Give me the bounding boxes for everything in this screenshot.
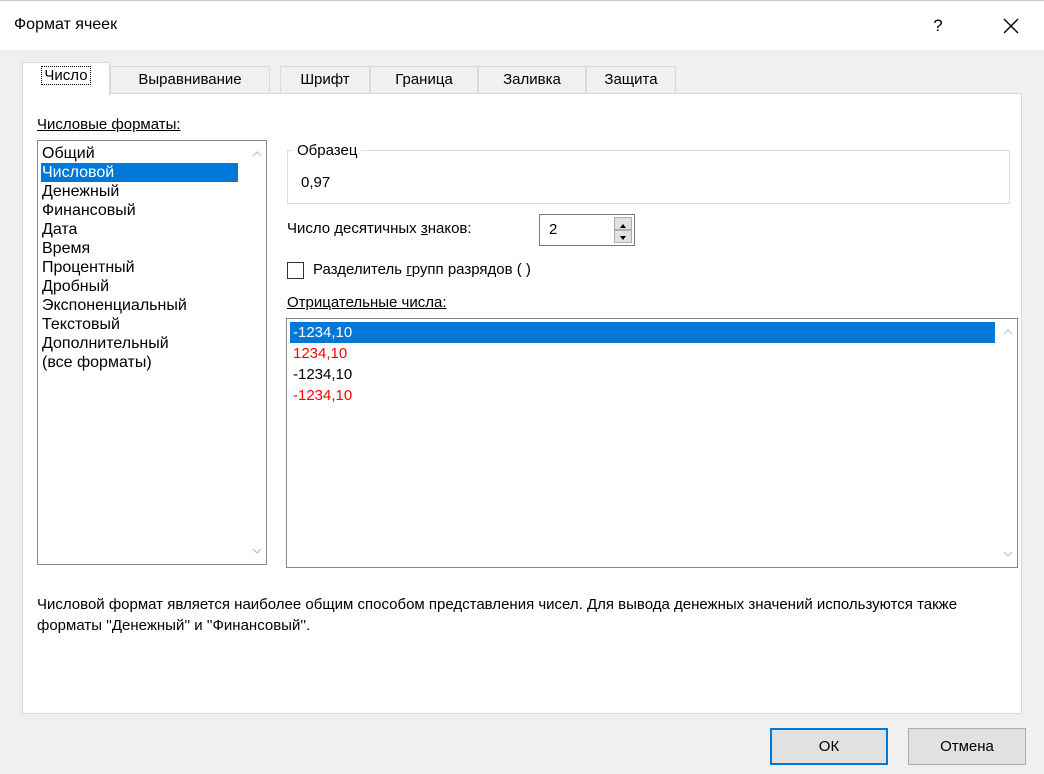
negative-format-item[interactable]: -1234,10 <box>290 364 355 385</box>
category-item[interactable]: Дополнительный <box>41 334 170 353</box>
category-item[interactable]: Экспоненциальный <box>41 296 188 315</box>
negative-numbers-label: Отрицательные числа: <box>287 294 447 311</box>
category-item[interactable]: Дробный <box>41 277 110 296</box>
window-title: Формат ячеек <box>14 16 118 33</box>
sample-value: 0,97 <box>301 174 331 191</box>
decimal-places-label: Число десятичных знаков: <box>287 220 472 237</box>
tab-number[interactable]: Число <box>22 62 110 96</box>
category-listbox[interactable]: Общий Числовой Денежный Финансовый Дата … <box>37 140 267 565</box>
thousands-separator-label[interactable]: Разделитель групп разрядов ( ) <box>313 261 531 278</box>
category-item[interactable]: Общий <box>41 144 96 163</box>
category-item[interactable]: Дата <box>41 220 78 239</box>
negative-format-item[interactable]: 1234,10 <box>290 343 350 364</box>
close-icon <box>1003 18 1019 34</box>
tab-font[interactable]: Шрифт <box>280 66 370 94</box>
tab-label: Число <box>41 66 91 85</box>
close-button[interactable] <box>986 7 1036 45</box>
scroll-down-icon[interactable] <box>252 546 262 556</box>
sample-label: Образец <box>293 142 362 159</box>
title-bar: Формат ячеек ? <box>0 0 1044 50</box>
negative-numbers-scrollbar[interactable] <box>999 319 1017 567</box>
tab-panel-number: Числовые форматы: Общий Числовой Денежны… <box>22 93 1022 714</box>
cancel-button[interactable]: Отмена <box>908 728 1026 765</box>
category-item[interactable]: Денежный <box>41 182 120 201</box>
negative-numbers-listbox[interactable]: -1234,10 1234,10 -1234,10 -1234,10 <box>286 318 1018 568</box>
category-item[interactable]: (все форматы) <box>41 353 153 372</box>
category-item[interactable]: Финансовый <box>41 201 137 220</box>
spin-up-button[interactable] <box>614 217 632 230</box>
category-item[interactable]: Процентный <box>41 258 136 277</box>
ok-button[interactable]: ОК <box>770 728 888 765</box>
tab-fill[interactable]: Заливка <box>478 66 586 94</box>
category-item[interactable]: Текстовый <box>41 315 121 334</box>
tab-border[interactable]: Граница <box>370 66 478 94</box>
categories-label: Числовые форматы: <box>37 116 181 133</box>
spin-down-button[interactable] <box>614 230 632 243</box>
scroll-down-icon[interactable] <box>1003 549 1013 559</box>
tab-protection[interactable]: Защита <box>586 66 676 94</box>
spinner-buttons <box>614 217 632 243</box>
scroll-up-icon[interactable] <box>1003 327 1013 337</box>
category-item-selected[interactable]: Числовой <box>41 163 238 182</box>
decimal-places-value[interactable]: 2 <box>549 221 557 238</box>
format-description: Числовой формат является наиболее общим … <box>37 596 958 634</box>
scroll-up-icon[interactable] <box>252 149 262 159</box>
sample-group <box>287 150 1010 204</box>
category-item[interactable]: Время <box>41 239 91 258</box>
negative-format-item[interactable]: -1234,10 <box>290 385 355 406</box>
tab-alignment[interactable]: Выравнивание <box>110 66 270 94</box>
triangle-down-icon <box>620 236 626 240</box>
category-scrollbar[interactable] <box>248 141 266 564</box>
help-button[interactable]: ? <box>918 7 958 45</box>
thousands-separator-checkbox[interactable] <box>287 262 304 279</box>
negative-format-item-selected[interactable]: -1234,10 <box>290 322 995 343</box>
decimal-places-spinner[interactable]: 2 <box>539 214 635 246</box>
